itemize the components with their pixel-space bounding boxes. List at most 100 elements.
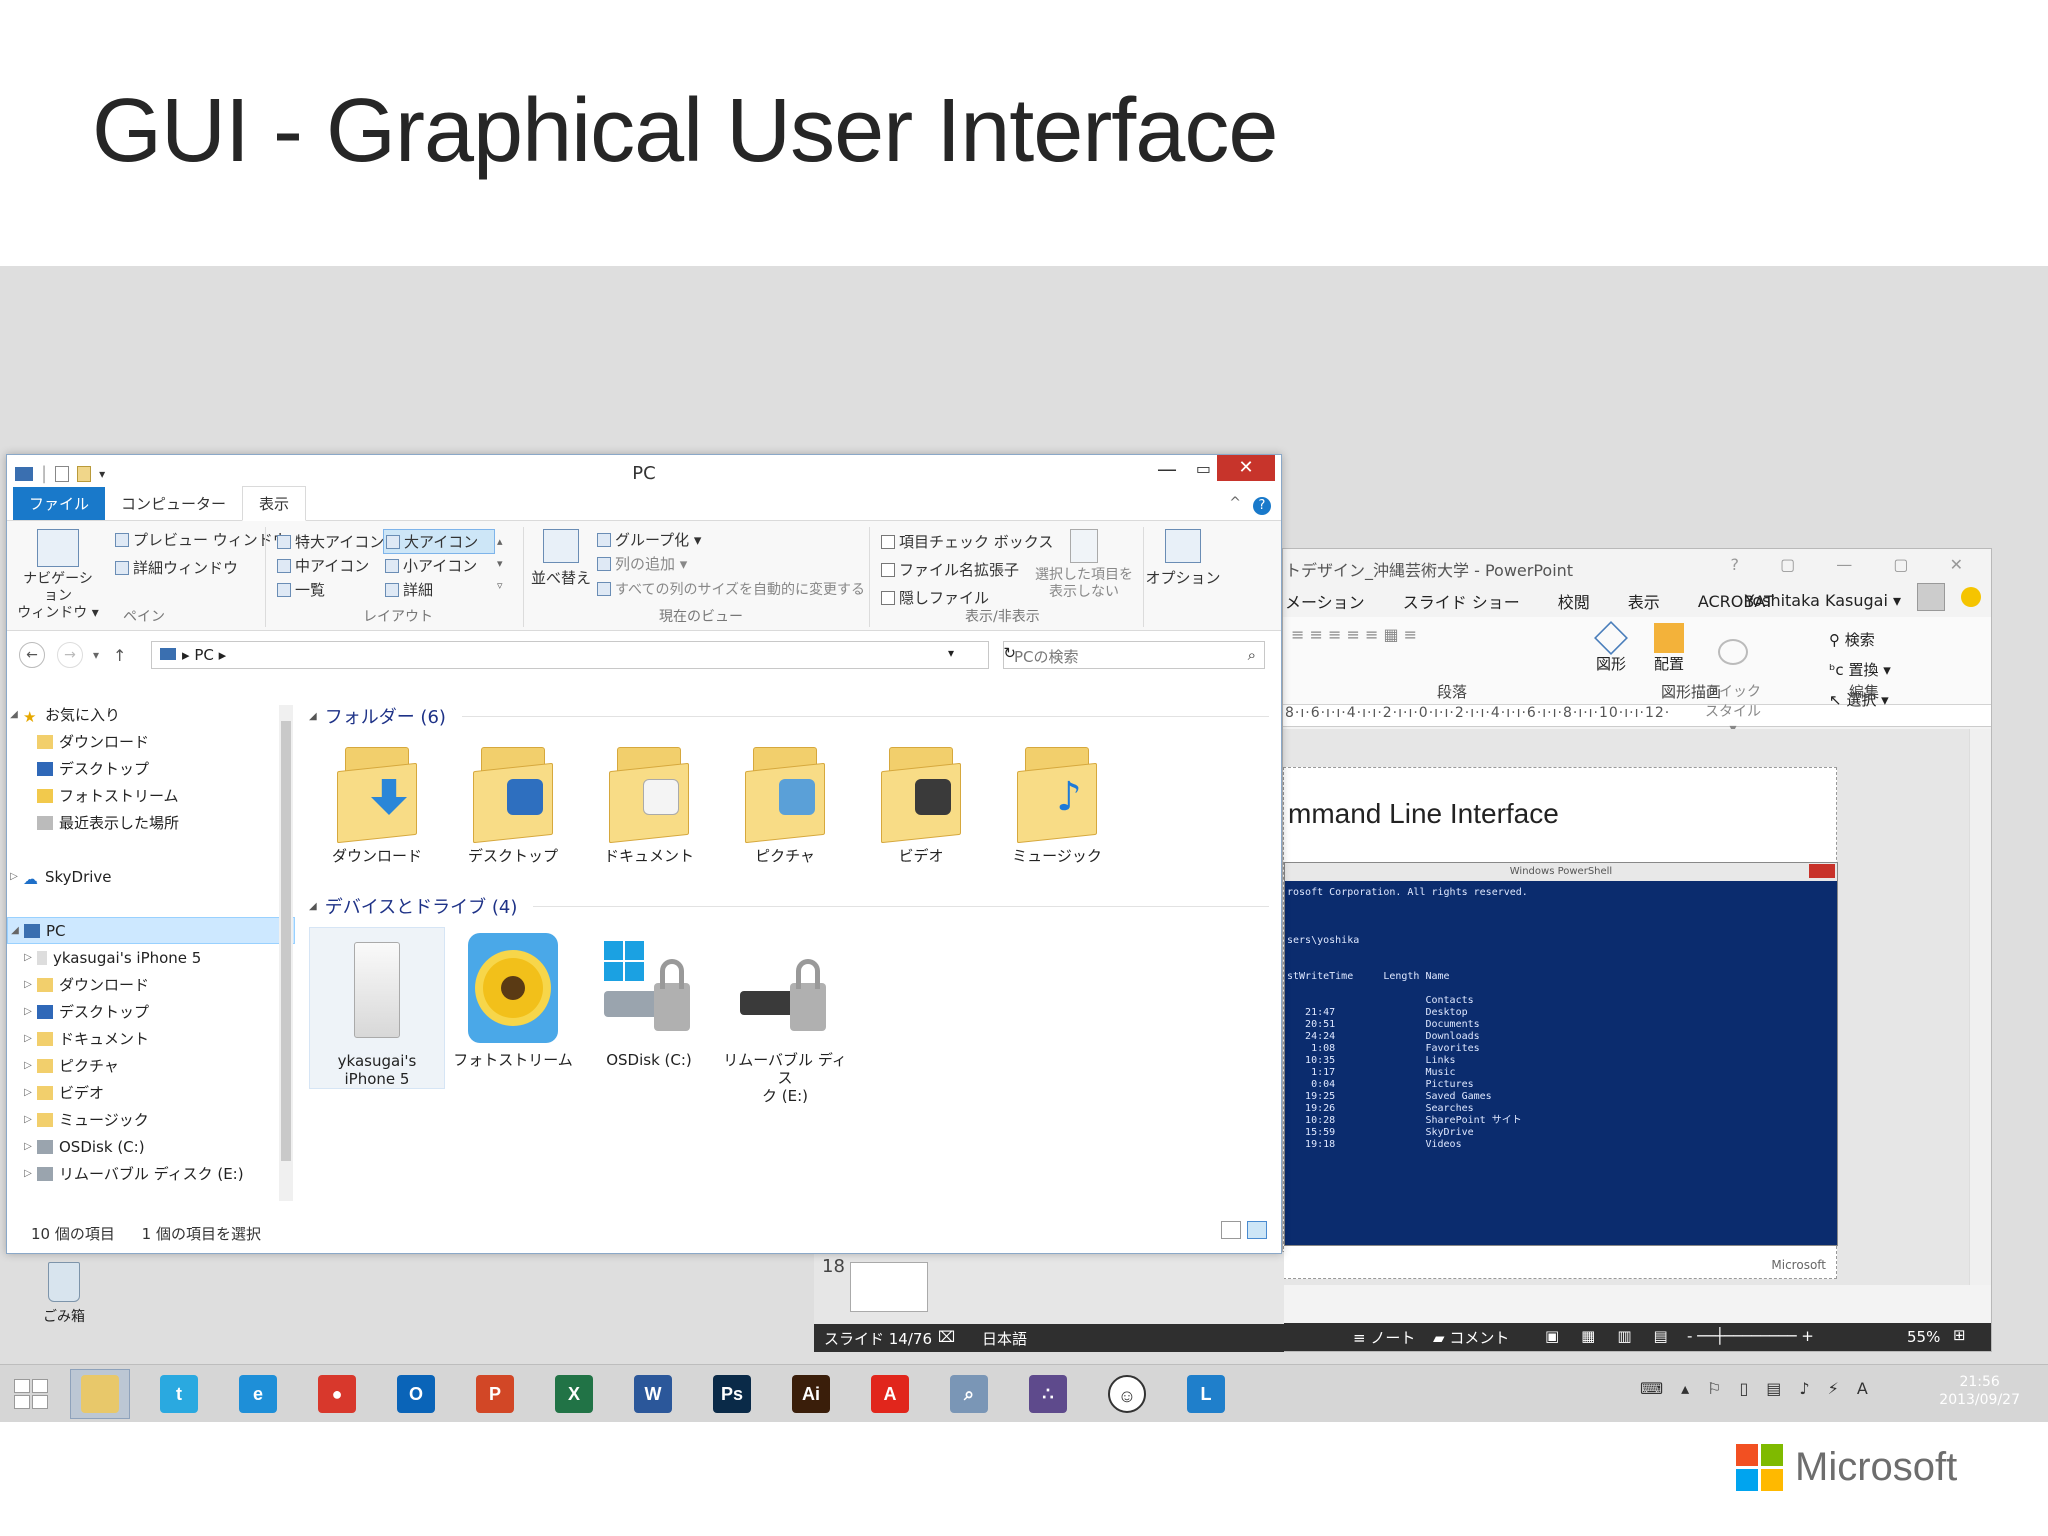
expand-icon[interactable]: ▷ bbox=[21, 1033, 35, 1044]
nav-pc[interactable]: ◢ PC bbox=[7, 917, 295, 944]
large-icons-view-icon[interactable] bbox=[1247, 1221, 1267, 1239]
taskbar-app-search[interactable]: ⌕ bbox=[939, 1369, 999, 1419]
sort-by-button[interactable]: 並べ替え bbox=[531, 529, 591, 588]
layout-medium-icons[interactable]: 中アイコン bbox=[277, 555, 369, 576]
arrange-button[interactable]: 配置 bbox=[1649, 623, 1689, 674]
expand-icon[interactable]: ◢ bbox=[7, 709, 21, 720]
taskbar-app-photoshop[interactable]: Ps bbox=[702, 1369, 762, 1419]
layout-details[interactable]: 詳細 bbox=[385, 579, 433, 600]
back-icon[interactable]: ← bbox=[19, 642, 45, 668]
view-buttons[interactable]: ▣▦▥▤ bbox=[1545, 1327, 1690, 1345]
fit-window-icon[interactable]: ⊞ bbox=[1953, 1326, 1966, 1344]
zoom-level[interactable]: 55% bbox=[1907, 1328, 1940, 1346]
taskbar-app-face[interactable]: ☺ bbox=[1097, 1369, 1157, 1419]
file-extensions-toggle[interactable]: ファイル名拡張子 bbox=[881, 559, 1019, 580]
help-icon[interactable]: ? bbox=[1253, 497, 1271, 515]
search-input[interactable]: PCの検索 ⌕ bbox=[1003, 641, 1265, 669]
shapes-button[interactable]: 図形 bbox=[1591, 621, 1631, 674]
keyboard-icon[interactable]: ⌨ bbox=[1640, 1379, 1663, 1398]
nav-skydrive[interactable]: ▷ ☁ SkyDrive bbox=[7, 863, 295, 890]
layout-large-icons[interactable]: 大アイコン bbox=[383, 529, 496, 554]
folder-videos[interactable]: ビデオ bbox=[853, 731, 989, 887]
device-icon[interactable]: ▯ bbox=[1739, 1379, 1748, 1398]
forward-icon[interactable]: → bbox=[57, 642, 83, 668]
taskbar-app-acrobat[interactable]: A bbox=[860, 1369, 920, 1419]
slide-thumbnail[interactable] bbox=[850, 1262, 928, 1312]
taskbar-app-explorer[interactable] bbox=[70, 1369, 130, 1419]
group-by-button[interactable]: グループ化 ▾ bbox=[597, 529, 701, 550]
spellcheck-icon[interactable]: ⌧ bbox=[938, 1328, 955, 1346]
device-photostream[interactable]: フォトストリーム bbox=[445, 927, 581, 1105]
start-button[interactable] bbox=[14, 1379, 48, 1409]
nav-item[interactable]: ▷ ダウンロード bbox=[7, 971, 295, 998]
address-input[interactable]: ▸ PC ▸ ▾ ↻ bbox=[151, 641, 1016, 669]
layout-list[interactable]: 一覧 bbox=[277, 579, 325, 600]
preview-pane-button[interactable]: プレビュー ウィンドウ bbox=[115, 529, 288, 550]
recycle-bin[interactable]: ごみ箱 bbox=[38, 1262, 90, 1326]
feedback-smile-icon[interactable] bbox=[1961, 587, 1981, 607]
up-icon[interactable]: ↑ bbox=[113, 646, 126, 665]
expand-icon[interactable]: ▷ bbox=[21, 952, 35, 963]
expand-icon[interactable]: ▷ bbox=[21, 979, 35, 990]
tab-computer[interactable]: コンピューター bbox=[105, 487, 242, 520]
nav-item[interactable]: ▷ ykasugai's iPhone 5 bbox=[7, 944, 295, 971]
expand-icon[interactable]: ▷ bbox=[21, 1060, 35, 1071]
expand-icon[interactable]: ▷ bbox=[21, 1168, 35, 1179]
options-button[interactable]: オプション bbox=[1146, 529, 1221, 588]
expand-icon[interactable]: ◢ bbox=[8, 925, 22, 936]
language-indicator[interactable]: 日本語 bbox=[982, 1328, 1027, 1349]
add-columns-button[interactable]: 列の追加 ▾ bbox=[597, 553, 687, 574]
paragraph-tools-icon[interactable]: ≡ ≡ ≡ ≡ ≡ ▦ ≡ bbox=[1291, 625, 1417, 644]
nav-scrollbar[interactable] bbox=[279, 705, 293, 1201]
nav-item[interactable]: ▷ ビデオ bbox=[7, 1079, 295, 1106]
folders-section-header[interactable]: ◢ フォルダー (6) bbox=[309, 701, 1269, 731]
expand-icon[interactable]: ▷ bbox=[21, 1114, 35, 1125]
layout-scroll-icon[interactable]: ▴ ▾ ▿ bbox=[497, 531, 503, 597]
volume-icon[interactable]: ♪ bbox=[1799, 1379, 1809, 1398]
devices-section-header[interactable]: ◢ デバイスとドライブ (4) bbox=[309, 891, 1269, 921]
layout-small-icons[interactable]: 小アイコン bbox=[385, 555, 477, 576]
comments-button[interactable]: ▰ コメント bbox=[1433, 1327, 1509, 1348]
device-iphone[interactable]: ykasugai's iPhone 5 bbox=[309, 927, 445, 1089]
ppt-vertical-scrollbar[interactable] bbox=[1969, 729, 1991, 1285]
taskbar-app-ie[interactable]: e bbox=[228, 1369, 288, 1419]
folder-music[interactable]: ♪ ミュージック bbox=[989, 731, 1125, 887]
slide-preview[interactable]: mmand Line Interface Windows PowerShell … bbox=[1283, 767, 1838, 1279]
nav-item[interactable]: ▷ OSDisk (C:) bbox=[7, 1133, 295, 1160]
nav-item[interactable]: デスクトップ bbox=[7, 755, 295, 782]
taskbar-app-powerpoint[interactable]: P bbox=[465, 1369, 525, 1419]
ppt-tab[interactable]: 表示 bbox=[1628, 589, 1660, 613]
folder-pictures[interactable]: ピクチャ bbox=[717, 731, 853, 887]
show-hidden-icons[interactable]: ▴ bbox=[1681, 1379, 1689, 1398]
nav-item[interactable]: ダウンロード bbox=[7, 728, 295, 755]
avatar[interactable] bbox=[1917, 583, 1945, 611]
folder-documents[interactable]: ドキュメント bbox=[581, 731, 717, 887]
navigation-pane-button[interactable]: ナビゲーション ウィンドウ ▾ bbox=[17, 529, 99, 622]
ppt-user-name[interactable]: Yoshitaka Kasugai ▾ bbox=[1745, 591, 1901, 610]
address-dropdown-icon[interactable]: ▾ bbox=[948, 646, 954, 660]
power-icon[interactable]: ⚡ bbox=[1828, 1379, 1839, 1398]
taskbar-app-illustrator[interactable]: Ai bbox=[781, 1369, 841, 1419]
slide-canvas[interactable]: mmand Line Interface Windows PowerShell … bbox=[1283, 729, 1969, 1285]
expand-icon[interactable]: ▷ bbox=[21, 1141, 35, 1152]
tab-file[interactable]: ファイル bbox=[13, 487, 106, 520]
nav-item[interactable]: 最近表示した場所 bbox=[7, 809, 295, 836]
device-osdisk[interactable]: OSDisk (C:) bbox=[581, 927, 717, 1105]
taskbar-app-outlook[interactable]: O bbox=[386, 1369, 446, 1419]
nav-item[interactable]: ▷ ピクチャ bbox=[7, 1052, 295, 1079]
size-columns-button[interactable]: すべての列のサイズを自動的に変更する bbox=[597, 579, 865, 599]
item-checkboxes-toggle[interactable]: 項目チェック ボックス bbox=[881, 531, 1053, 552]
nav-item[interactable]: ▷ リムーバブル ディスク (E:) bbox=[7, 1160, 295, 1187]
device-removable[interactable]: リムーバブル ディス ク (E:) bbox=[717, 927, 853, 1105]
expand-icon[interactable]: ▷ bbox=[7, 871, 21, 882]
clock[interactable]: 21:56 2013/09/27 bbox=[1939, 1373, 2020, 1409]
network-icon[interactable]: ▤ bbox=[1766, 1379, 1781, 1398]
taskbar-app-word[interactable]: W bbox=[623, 1369, 683, 1419]
scroll-thumb[interactable] bbox=[281, 721, 291, 1161]
nav-item[interactable]: フォトストリーム bbox=[7, 782, 295, 809]
details-view-icon[interactable] bbox=[1221, 1221, 1241, 1239]
nav-item[interactable]: ▷ ドキュメント bbox=[7, 1025, 295, 1052]
folder-desktop[interactable]: デスクトップ bbox=[445, 731, 581, 887]
layout-extra-large-icons[interactable]: 特大アイコン bbox=[277, 531, 384, 552]
nav-favorites[interactable]: ◢ ★ お気に入り bbox=[7, 701, 295, 728]
